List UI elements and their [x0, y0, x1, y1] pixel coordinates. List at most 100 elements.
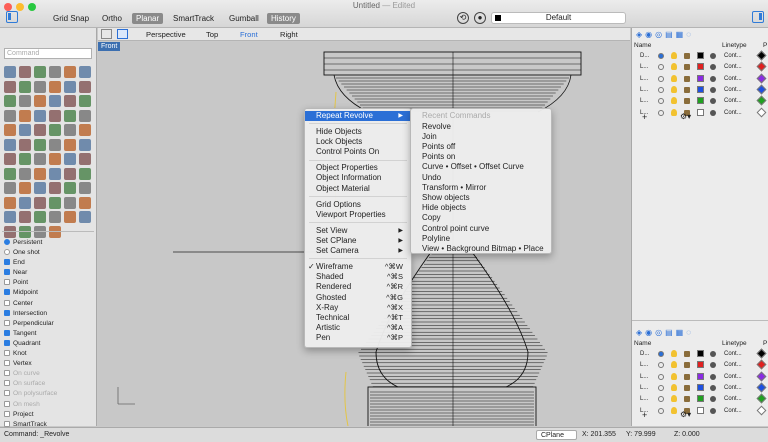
layer-row[interactable]: L... Cont... — [634, 359, 768, 370]
layer-row[interactable]: L... Cont... — [634, 382, 768, 393]
tool-icon[interactable] — [79, 167, 91, 180]
checkbox-icon[interactable] — [4, 400, 10, 407]
lock-icon[interactable] — [684, 53, 690, 59]
tool-icon[interactable] — [34, 182, 46, 194]
material-icon[interactable] — [710, 362, 716, 369]
checkbox-icon[interactable] — [4, 289, 10, 296]
osnap-near[interactable]: Near — [4, 268, 92, 278]
print-color-icon[interactable] — [756, 73, 767, 84]
tool-icon[interactable] — [19, 182, 31, 194]
osnap-on-polysurface[interactable]: On polysurface — [4, 389, 92, 399]
osnap-persistent[interactable]: Persistent — [4, 238, 92, 248]
cplane-selector[interactable]: CPlane — [536, 430, 577, 440]
tool-icon[interactable] — [34, 167, 46, 180]
layer-color-swatch[interactable] — [697, 85, 704, 93]
tool-icon[interactable] — [4, 153, 16, 165]
tool-icon[interactable] — [79, 66, 91, 78]
tool-icon[interactable] — [49, 80, 61, 93]
tool-icon[interactable] — [4, 66, 16, 78]
tool-icon[interactable] — [34, 124, 46, 136]
tool-icon[interactable] — [4, 95, 16, 107]
gear-icon[interactable]: ⚙▾ — [680, 410, 691, 419]
recent-command-item[interactable]: Points on — [411, 152, 551, 162]
lock-icon[interactable] — [684, 396, 690, 403]
tool-icon[interactable] — [4, 211, 16, 223]
tool-icon[interactable] — [4, 138, 16, 151]
lock-icon[interactable] — [684, 384, 690, 391]
command-input[interactable]: Command — [4, 48, 92, 59]
current-layer-icon[interactable] — [658, 98, 664, 105]
layer-color-swatch[interactable] — [697, 63, 704, 71]
tool-icon[interactable] — [64, 124, 76, 136]
menu-item-technical[interactable]: Technical ^⌘T — [305, 313, 411, 323]
tool-icon[interactable] — [34, 95, 46, 107]
layer-row[interactable]: D... Cont... — [634, 50, 768, 61]
lightbulb-icon[interactable] — [671, 372, 677, 380]
toggle-left-sidebar-icon[interactable] — [6, 11, 18, 23]
lock-icon[interactable] — [684, 75, 690, 82]
osnap-intersection[interactable]: Intersection — [4, 309, 92, 319]
print-color-icon[interactable] — [756, 371, 767, 382]
tool-icon[interactable] — [79, 153, 91, 165]
tool-icon[interactable] — [79, 124, 91, 136]
tool-icon[interactable] — [49, 109, 61, 122]
osnap-center[interactable]: Center — [4, 299, 92, 309]
checkbox-icon[interactable] — [4, 329, 10, 336]
checkbox-icon[interactable] — [4, 259, 10, 266]
grid-layout-icon[interactable] — [101, 29, 112, 39]
material-icon[interactable] — [710, 64, 716, 71]
tool-icon[interactable] — [34, 196, 46, 209]
tool-icon[interactable] — [34, 66, 46, 78]
checkbox-icon[interactable] — [4, 350, 10, 357]
tool-icon[interactable] — [34, 211, 46, 223]
current-layer-icon[interactable] — [658, 351, 664, 357]
tool-icon[interactable] — [4, 167, 16, 180]
tool-icon[interactable] — [49, 167, 61, 180]
tool-icon[interactable] — [19, 80, 31, 93]
recent-command-item[interactable]: Hide objects — [411, 203, 551, 213]
tool-icon[interactable] — [49, 124, 61, 136]
layer-row[interactable]: L... Cont... — [634, 393, 768, 404]
menu-item-artistic[interactable]: Artistic ^⌘A — [305, 323, 411, 333]
tool-icon[interactable] — [19, 124, 31, 136]
menu-item-x-ray[interactable]: X-Ray ^⌘X — [305, 303, 411, 313]
checkbox-icon[interactable] — [4, 410, 10, 417]
recent-command-item[interactable]: Copy — [411, 213, 551, 223]
current-layer-icon[interactable] — [658, 64, 664, 71]
menu-item-ghosted[interactable]: Ghosted ^⌘G — [305, 293, 411, 303]
layer-color-swatch[interactable] — [697, 74, 704, 82]
tool-icon[interactable] — [64, 211, 76, 223]
tool-icon[interactable] — [19, 153, 31, 165]
layer-color-swatch[interactable] — [697, 52, 704, 59]
osnap-vertex[interactable]: Vertex — [4, 359, 92, 369]
layer-color-swatch[interactable] — [697, 350, 704, 357]
layer-row[interactable]: L... Cont... — [634, 371, 768, 382]
print-color-icon[interactable] — [756, 84, 767, 95]
menu-item-set-view[interactable]: Set View ▶ — [305, 226, 411, 236]
menu-item-set-camera[interactable]: Set Camera ▶ — [305, 246, 411, 256]
menu-item-rendered[interactable]: Rendered ^⌘R — [305, 282, 411, 292]
lightbulb-icon[interactable] — [671, 52, 677, 59]
tool-icon[interactable] — [79, 196, 91, 209]
lightbulb-icon[interactable] — [671, 97, 677, 105]
checkbox-icon[interactable] — [4, 420, 10, 427]
menu-item-shaded[interactable]: Shaded ^⌘S — [305, 272, 411, 282]
current-layer-icon[interactable] — [658, 396, 664, 403]
toolbar-gumball-button[interactable]: Gumball — [225, 13, 263, 24]
layer-color-swatch[interactable] — [697, 97, 704, 105]
toolbar-smarttrack-button[interactable]: SmartTrack — [169, 13, 218, 24]
tool-icon[interactable] — [64, 95, 76, 107]
layer-row[interactable]: L... Cont... — [634, 61, 768, 72]
layer-color-swatch[interactable] — [697, 395, 704, 403]
tool-icon[interactable] — [49, 196, 61, 209]
lightbulb-icon[interactable] — [671, 361, 677, 369]
osnap-tangent[interactable]: Tangent — [4, 329, 92, 339]
print-color-icon[interactable] — [756, 348, 767, 359]
current-layer-dropdown[interactable]: Default — [491, 12, 626, 24]
single-layout-icon[interactable] — [117, 29, 128, 39]
lightbulb-icon[interactable] — [671, 85, 677, 93]
layer-row[interactable]: D... Cont... — [634, 348, 768, 359]
menu-item-viewport-properties[interactable]: Viewport Properties — [305, 210, 411, 220]
layer-color-swatch[interactable] — [697, 372, 704, 380]
menu-item-repeat-revolve[interactable]: Repeat Revolve ▶ — [305, 111, 411, 122]
